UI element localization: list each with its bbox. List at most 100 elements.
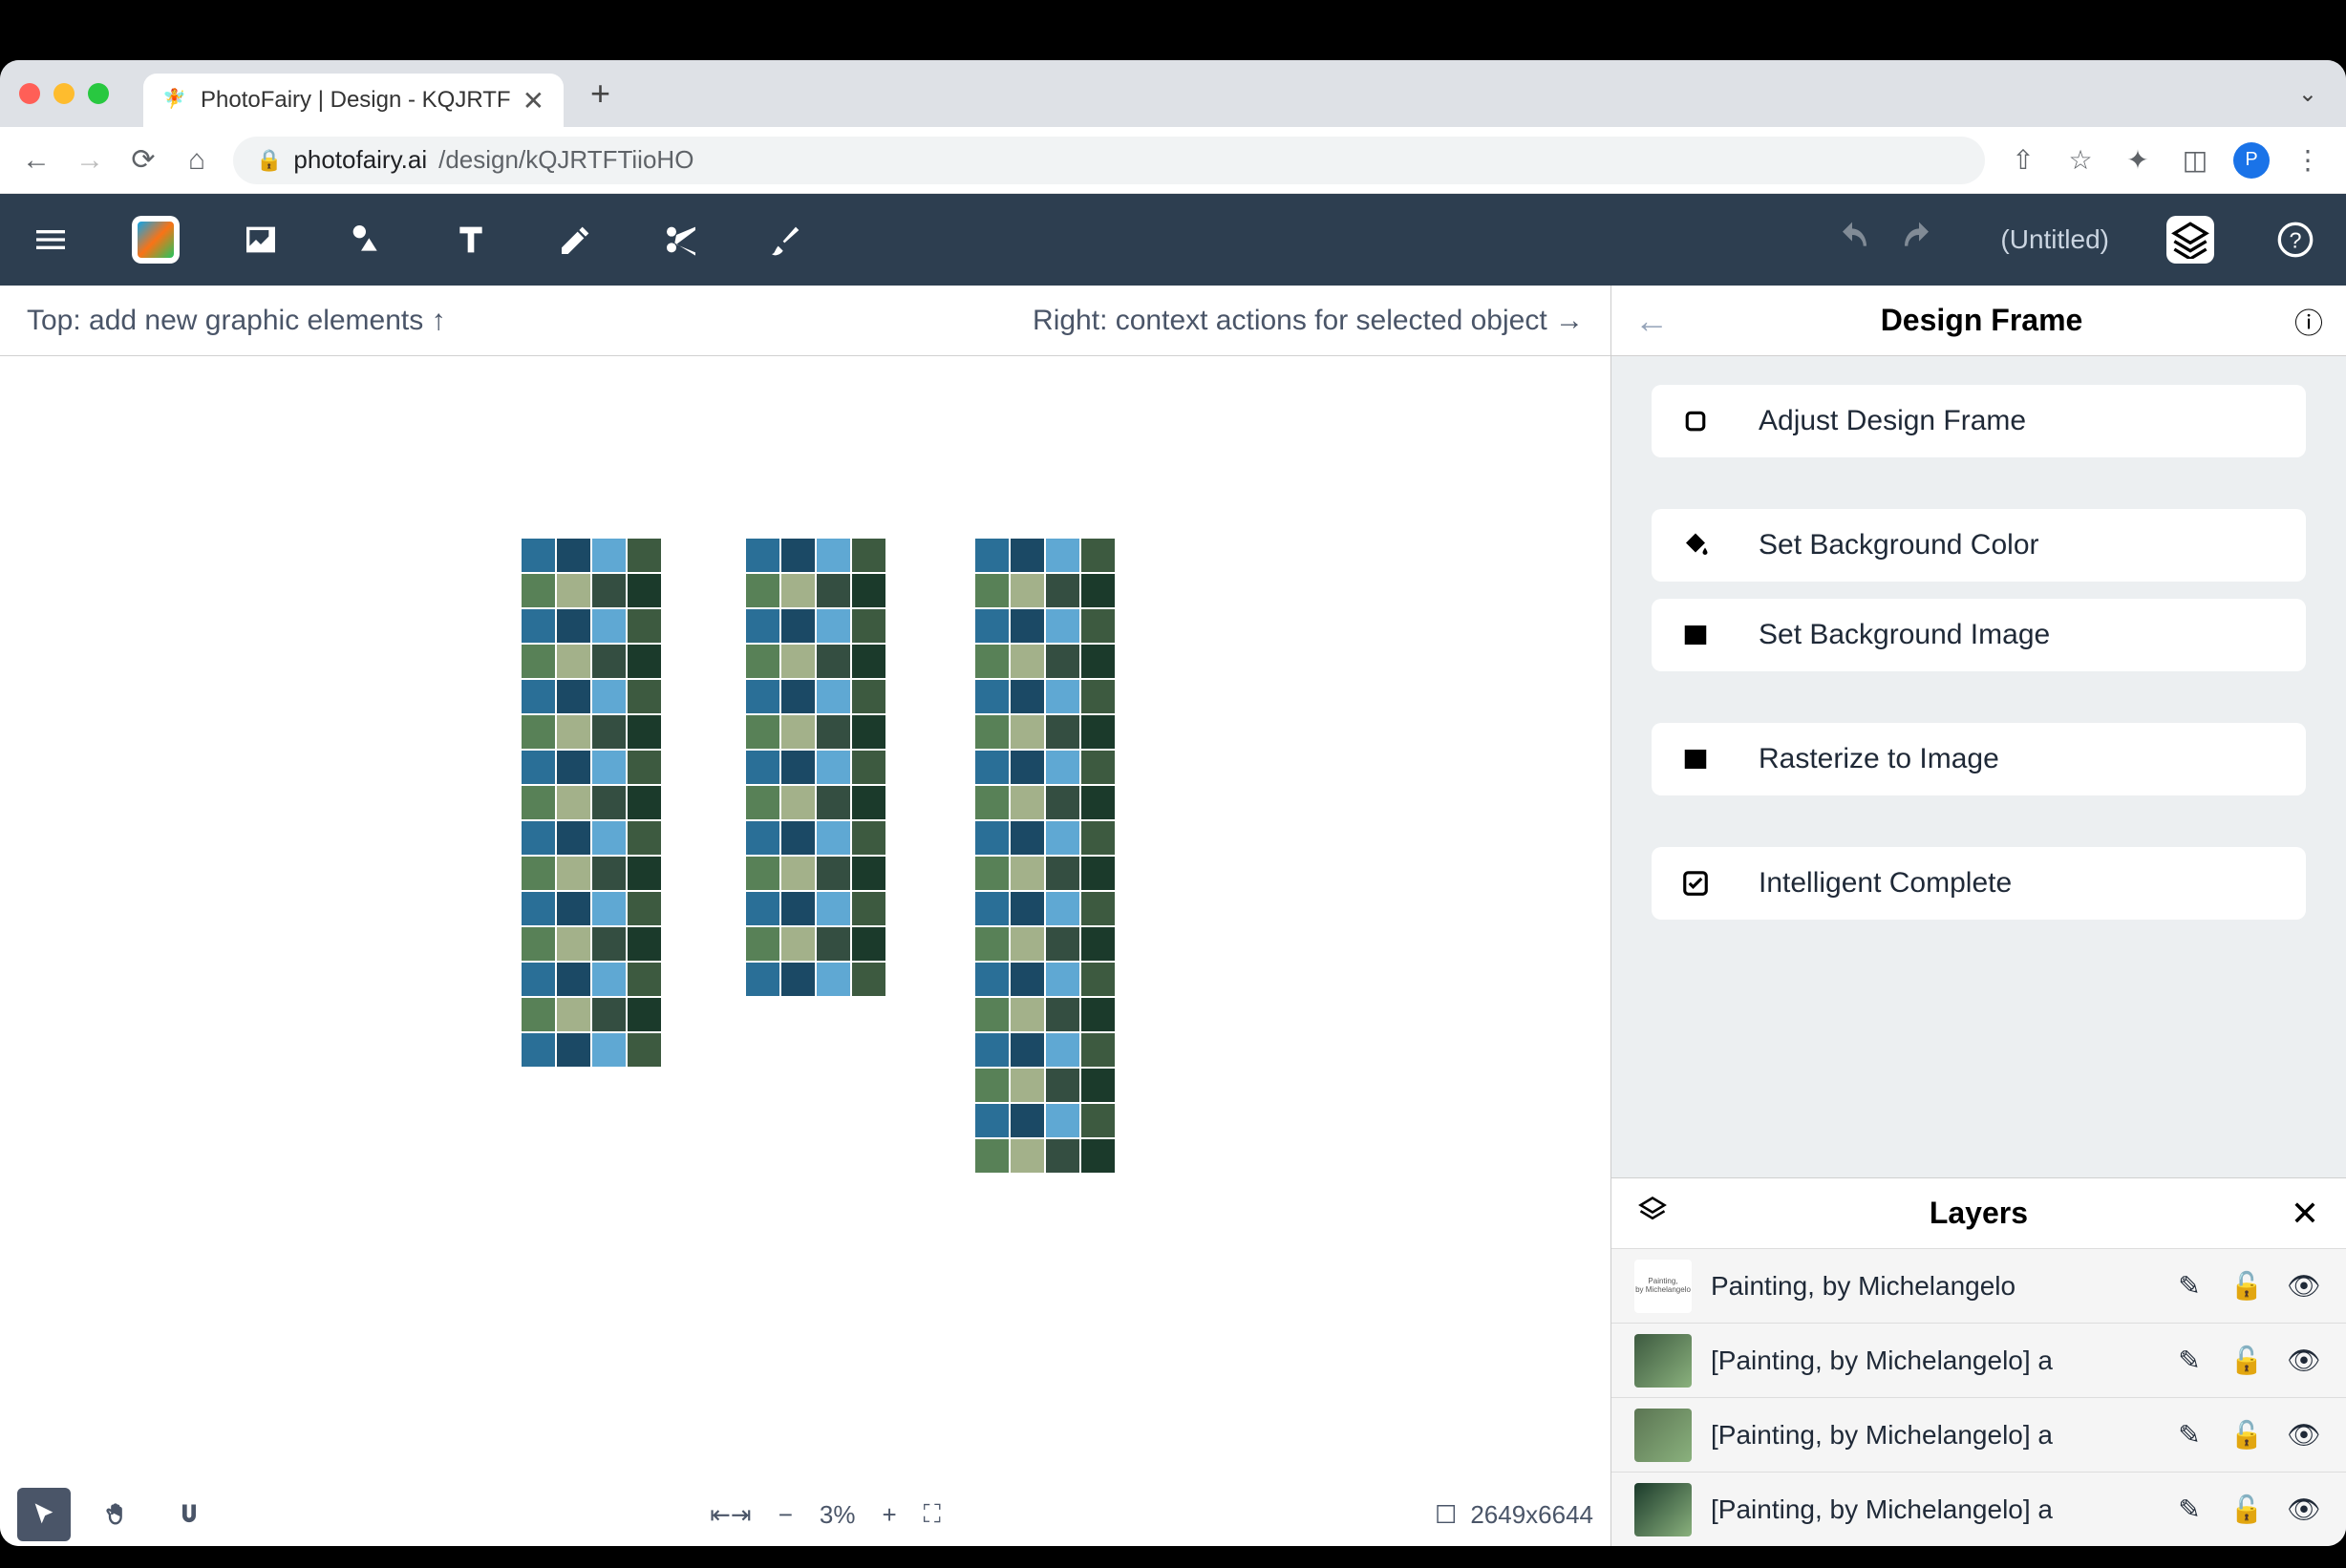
hand-icon [103, 1501, 130, 1528]
layer-thumbnail [1634, 1334, 1692, 1388]
app-window: 🧚 PhotoFairy | Design - KQJRTF ✕ + ⌄ ← →… [0, 60, 2346, 1546]
layer-edit-button[interactable]: ✎ [2170, 1270, 2208, 1302]
undo-button[interactable] [1828, 216, 1876, 264]
layers-close-button[interactable]: ✕ [2291, 1194, 2319, 1234]
maximize-window-button[interactable] [88, 83, 109, 104]
document-title[interactable]: (Untitled) [2000, 224, 2109, 255]
share-icon[interactable]: ⇧ [2004, 144, 2042, 176]
layer-edit-button[interactable]: ✎ [2170, 1345, 2208, 1376]
layer-visibility-button[interactable]: 👁 [2285, 1270, 2323, 1302]
favicon-icon: 🧚 [162, 87, 189, 114]
layer-name: [Painting, by Michelangelo] a [1711, 1420, 2151, 1451]
side-panel-icon[interactable]: ◫ [2176, 144, 2214, 176]
pencil-icon [557, 221, 595, 259]
layer-name: [Painting, by Michelangelo] a [1711, 1346, 2151, 1376]
design-tool-button[interactable] [132, 216, 180, 264]
hint-bar: Top: add new graphic elements ↑ Right: c… [0, 286, 1610, 356]
draw-tool-button[interactable] [552, 216, 600, 264]
shapes-icon [347, 221, 385, 259]
url-host: photofairy.ai [293, 145, 427, 175]
adjust-frame-button[interactable]: Adjust Design Frame [1652, 385, 2306, 457]
browser-tab-strip: 🧚 PhotoFairy | Design - KQJRTF ✕ + ⌄ [0, 60, 2346, 127]
canvas-dimensions: 2649x6644 [1470, 1500, 1593, 1530]
layer-row[interactable]: [Painting, by Michelangelo] a ✎ 🔓 👁 [1611, 1397, 2346, 1472]
image-icon [1678, 745, 1713, 773]
panel-info-button[interactable]: ⓘ [2294, 300, 2323, 342]
panel-actions: Adjust Design Frame Set Background Color… [1611, 356, 2346, 948]
layer-row[interactable]: Painting,by Michelangelo Painting, by Mi… [1611, 1248, 2346, 1323]
panel-back-button[interactable]: ← [1634, 301, 1669, 341]
canvas-object-grid-1[interactable] [478, 538, 662, 1068]
nav-home-button[interactable]: ⌂ [180, 144, 214, 177]
close-window-button[interactable] [19, 83, 40, 104]
layer-visibility-button[interactable]: 👁 [2285, 1345, 2323, 1376]
bgimage-button[interactable]: Set Background Image [1652, 599, 2306, 671]
canvas-status-bar: ⇤⇥ − 3% + ⛶ ☐ 2649x6644 [0, 1483, 1610, 1546]
snap-tool[interactable] [162, 1488, 216, 1541]
image-icon [1678, 621, 1713, 649]
zoom-in-button[interactable]: + [882, 1500, 896, 1530]
layer-thumbnail [1634, 1409, 1692, 1462]
layer-name: [Painting, by Michelangelo] a [1711, 1494, 2151, 1525]
url-input[interactable]: 🔒 photofairy.ai/design/kQJRTFTiioHO [233, 137, 1985, 184]
browser-tab[interactable]: 🧚 PhotoFairy | Design - KQJRTF ✕ [143, 74, 564, 127]
pan-tool[interactable] [90, 1488, 143, 1541]
layer-row[interactable]: [Painting, by Michelangelo] a ✎ 🔓 👁 [1611, 1472, 2346, 1546]
redo-icon [1900, 221, 1938, 259]
minimize-window-button[interactable] [53, 83, 75, 104]
layer-thumbnail: Painting,by Michelangelo [1634, 1260, 1692, 1313]
main-area: Top: add new graphic elements ↑ Right: c… [0, 286, 2346, 1546]
image-tool-button[interactable] [237, 216, 285, 264]
layer-visibility-button[interactable]: 👁 [2285, 1419, 2323, 1451]
canvas-wrap: Top: add new graphic elements ↑ Right: c… [0, 286, 1610, 1546]
check-icon [1678, 869, 1713, 898]
help-button[interactable]: ? [2271, 216, 2319, 264]
layer-visibility-button[interactable]: 👁 [2285, 1494, 2323, 1525]
app-toolbar: (Untitled) ? [0, 194, 2346, 286]
layer-row[interactable]: [Painting, by Michelangelo] a ✎ 🔓 👁 [1611, 1323, 2346, 1397]
rasterize-button[interactable]: Rasterize to Image [1652, 723, 2306, 795]
aspect-checkbox-icon[interactable]: ☐ [1435, 1500, 1457, 1530]
canvas-object-grid-3[interactable] [931, 538, 1116, 1174]
hint-right: Right: context actions for selected obje… [1033, 305, 1584, 337]
nav-forward-button[interactable]: → [73, 144, 107, 177]
cursor-tool[interactable] [17, 1488, 71, 1541]
layer-edit-button[interactable]: ✎ [2170, 1419, 2208, 1451]
close-tab-icon[interactable]: ✕ [523, 85, 544, 117]
bookmark-icon[interactable]: ☆ [2061, 144, 2100, 176]
redo-button[interactable] [1895, 216, 1943, 264]
layer-lock-button[interactable]: 🔓 [2228, 1419, 2266, 1451]
layer-lock-button[interactable]: 🔓 [2228, 1494, 2266, 1525]
scissors-icon [662, 221, 700, 259]
profile-avatar[interactable]: P [2233, 142, 2270, 179]
layers-icon [2171, 221, 2209, 259]
image-icon [242, 221, 280, 259]
fit-width-button[interactable]: ⇤⇥ [710, 1500, 752, 1530]
window-controls [19, 83, 109, 104]
layers-toggle-button[interactable] [2166, 216, 2214, 264]
intelligent-complete-button[interactable]: Intelligent Complete [1652, 847, 2306, 920]
bgcolor-button[interactable]: Set Background Color [1652, 509, 2306, 582]
nav-back-button[interactable]: ← [19, 144, 53, 177]
fullscreen-button[interactable]: ⛶ [924, 1499, 941, 1530]
nav-reload-button[interactable]: ⟳ [126, 143, 160, 177]
layer-lock-button[interactable]: 🔓 [2228, 1345, 2266, 1376]
canvas-object-grid-2[interactable] [702, 538, 886, 997]
menu-button[interactable] [27, 216, 75, 264]
zoom-out-button[interactable]: − [778, 1500, 793, 1530]
brush-tool-button[interactable] [762, 216, 810, 264]
text-icon [452, 221, 490, 259]
extensions-icon[interactable]: ✦ [2119, 144, 2157, 176]
kebab-menu-icon[interactable]: ⋮ [2289, 144, 2327, 176]
tab-title: PhotoFairy | Design - KQJRTF [201, 87, 511, 114]
shapes-tool-button[interactable] [342, 216, 390, 264]
new-tab-button[interactable]: + [579, 74, 622, 114]
text-tool-button[interactable] [447, 216, 495, 264]
layer-edit-button[interactable]: ✎ [2170, 1494, 2208, 1525]
cut-tool-button[interactable] [657, 216, 705, 264]
design-canvas[interactable] [0, 356, 1610, 1483]
browser-address-bar: ← → ⟳ ⌂ 🔒 photofairy.ai/design/kQJRTFTii… [0, 127, 2346, 194]
svg-text:?: ? [2290, 227, 2302, 252]
tabs-dropdown-icon[interactable]: ⌄ [2289, 80, 2327, 108]
layer-lock-button[interactable]: 🔓 [2228, 1270, 2266, 1302]
